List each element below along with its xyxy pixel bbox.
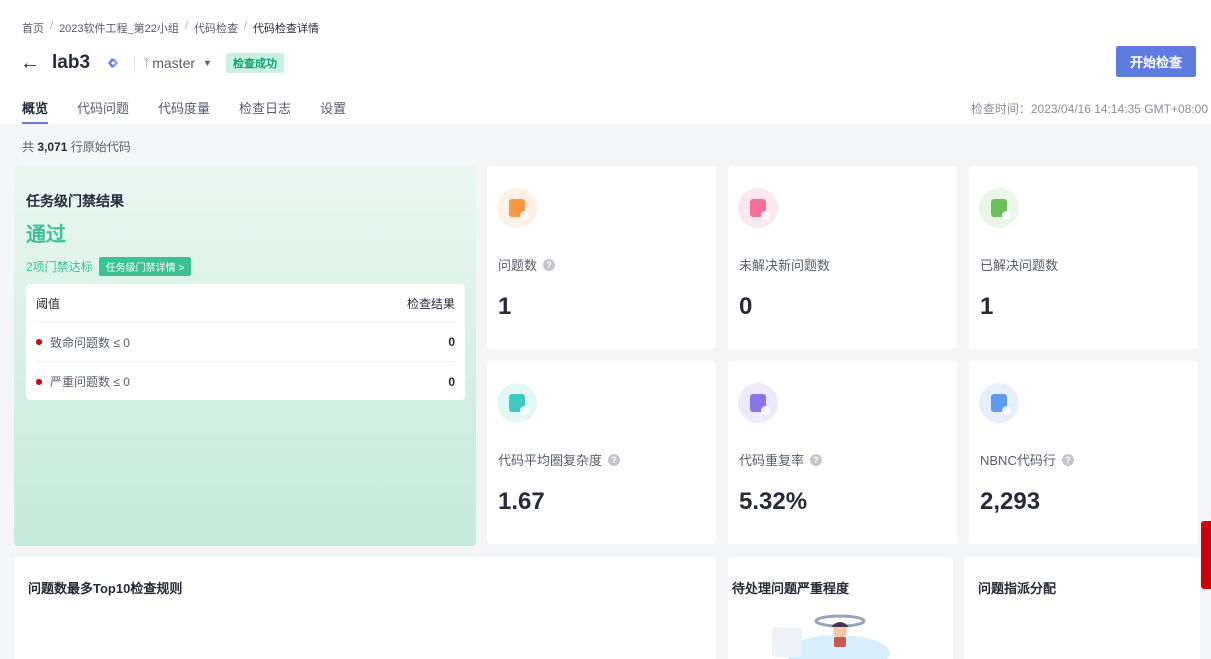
breadcrumb: 首页 / 2023软件工程_第22小组 / 代码检查 / 代码检查详情 bbox=[22, 20, 319, 36]
metric-card-resolved[interactable]: 已解决问题数 1 bbox=[969, 166, 1198, 349]
tab-check-log[interactable]: 检查日志 bbox=[239, 98, 291, 124]
threshold-text: 致命问题数 ≤ 0 bbox=[50, 335, 130, 350]
empty-illustration-icon bbox=[772, 614, 890, 659]
help-icon[interactable]: ? bbox=[608, 453, 621, 466]
metric-card-new-issues[interactable]: 未解决新问题数 0 bbox=[728, 166, 957, 349]
complexity-icon bbox=[497, 383, 537, 423]
gate-meta: 2项门禁达标 任务级门禁详情 > bbox=[26, 257, 192, 276]
metric-label-text: 已解决问题数 bbox=[980, 258, 1059, 273]
metric-value: 1 bbox=[980, 293, 994, 320]
metric-card-duplication[interactable]: 代码重复率? 5.32% bbox=[728, 361, 957, 544]
breadcrumb-separator: / bbox=[243, 20, 248, 32]
tab-bar: 概览 代码问题 代码度量 检查日志 设置 bbox=[22, 98, 375, 124]
breadcrumb-project[interactable]: 2023软件工程_第22小组 bbox=[59, 20, 179, 36]
result-header: 检查结果 bbox=[406, 296, 455, 311]
metric-label-text: 代码平均圈复杂度 bbox=[498, 453, 603, 468]
duplication-icon bbox=[738, 383, 778, 423]
breadcrumb-current: 代码检查详情 bbox=[253, 23, 320, 35]
metric-card-issues[interactable]: 问题数? 1 bbox=[487, 166, 716, 349]
metric-label: 代码重复率? bbox=[739, 450, 823, 469]
metric-value: 1 bbox=[498, 293, 512, 320]
help-icon[interactable]: ? bbox=[543, 258, 556, 271]
metric-label-text: 问题数 bbox=[498, 258, 538, 273]
threshold-value: 0 bbox=[448, 335, 455, 349]
lines-suffix: 行原始代码 bbox=[67, 140, 131, 154]
breadcrumb-separator: / bbox=[184, 20, 188, 32]
code-lines-icon bbox=[979, 383, 1019, 423]
metric-label: 已解决问题数 bbox=[980, 255, 1058, 274]
metric-label-text: 未解决新问题数 bbox=[739, 258, 831, 273]
repo-link-icon[interactable] bbox=[104, 54, 122, 72]
gate-detail-button[interactable]: 任务级门禁详情 > bbox=[98, 257, 192, 276]
lines-info: 共 3,071 行原始代码 bbox=[22, 138, 131, 155]
chevron-down-icon[interactable]: ▼ bbox=[203, 58, 212, 68]
tab-overview[interactable]: 概览 bbox=[22, 98, 49, 124]
check-time: 检查时间：2023/04/16 14:14:35 GMT+08:00 bbox=[970, 102, 1208, 116]
metric-value: 0 bbox=[739, 293, 753, 320]
metric-card-complexity[interactable]: 代码平均圈复杂度? 1.67 bbox=[487, 361, 716, 544]
threshold-value: 0 bbox=[448, 374, 455, 389]
breadcrumb-separator: / bbox=[50, 20, 54, 32]
threshold-header: 阈值 bbox=[36, 296, 61, 311]
table-row: 致命问题数 ≤ 0 0 bbox=[36, 323, 455, 362]
severity-title: 待处理问题严重程度 bbox=[732, 581, 850, 596]
lines-prefix: 共 bbox=[22, 140, 38, 154]
metric-value: 5.32% bbox=[739, 488, 808, 515]
resolved-icon bbox=[979, 188, 1019, 228]
tab-settings[interactable]: 设置 bbox=[320, 98, 346, 124]
severity-card: 待处理问题严重程度 bbox=[728, 557, 953, 659]
assignment-title: 问题指派分配 bbox=[978, 581, 1057, 596]
page-title: lab3 bbox=[52, 52, 91, 73]
table-row: 严重问题数 ≤ 0 0 bbox=[36, 362, 455, 401]
threshold-label: 致命问题数 ≤ 0 bbox=[36, 334, 130, 351]
branch-icon: ᛉ bbox=[143, 56, 151, 70]
gate-title: 任务级门禁结果 bbox=[26, 193, 124, 209]
metric-label-text: 代码重复率 bbox=[739, 453, 805, 468]
top10-rules-card: 问题数最多Top10检查规则 bbox=[14, 557, 716, 659]
divider bbox=[134, 56, 136, 70]
threshold-text: 严重问题数 ≤ 0 bbox=[50, 375, 130, 389]
help-icon[interactable]: ? bbox=[810, 453, 823, 466]
breadcrumb-code-check[interactable]: 代码检查 bbox=[194, 20, 238, 36]
new-issue-icon bbox=[738, 188, 778, 228]
metric-card-nbnc-lines[interactable]: NBNC代码行? 2,293 bbox=[969, 361, 1198, 544]
title-row: ← lab3 ᛉ master ▼ 检查成功 bbox=[20, 50, 284, 76]
threshold-label: 严重问题数 ≤ 0 bbox=[36, 373, 130, 390]
table-header: 阈值 检查结果 bbox=[36, 284, 455, 323]
severity-dot-icon bbox=[36, 378, 42, 385]
tab-code-metrics[interactable]: 代码度量 bbox=[158, 98, 210, 124]
metric-value: 1.67 bbox=[498, 488, 545, 515]
issue-icon bbox=[497, 188, 537, 228]
back-arrow-icon[interactable]: ← bbox=[20, 53, 40, 73]
gate-count: 2项门禁达标 bbox=[26, 260, 93, 274]
branch-selector[interactable]: master bbox=[152, 55, 195, 71]
metric-label: 未解决新问题数 bbox=[739, 255, 830, 274]
metric-label: NBNC代码行? bbox=[980, 450, 1074, 469]
status-badge: 检查成功 bbox=[225, 53, 284, 73]
breadcrumb-home[interactable]: 首页 bbox=[22, 20, 44, 36]
severity-dot-icon bbox=[36, 339, 42, 345]
metric-label: 代码平均圈复杂度? bbox=[498, 450, 621, 469]
lines-count: 3,071 bbox=[37, 140, 68, 154]
gate-card: 任务级门禁结果 通过 2项门禁达标 任务级门禁详情 > 阈值 检查结果 致命问题… bbox=[14, 166, 476, 546]
metric-label-text: NBNC代码行 bbox=[980, 453, 1056, 468]
threshold-table: 阈值 检查结果 致命问题数 ≤ 0 0 严重问题数 ≤ 0 0 bbox=[26, 284, 465, 400]
gate-result: 通过 bbox=[26, 224, 66, 246]
metric-value: 2,293 bbox=[980, 488, 1041, 515]
feedback-side-tab[interactable] bbox=[1201, 521, 1211, 589]
help-icon[interactable]: ? bbox=[1061, 453, 1074, 466]
page-header: 首页 / 2023软件工程_第22小组 / 代码检查 / 代码检查详情 ← la… bbox=[0, 0, 1211, 124]
tab-code-issues[interactable]: 代码问题 bbox=[77, 98, 129, 124]
start-check-button[interactable]: 开始检查 bbox=[1116, 46, 1196, 77]
metric-label: 问题数? bbox=[498, 255, 556, 274]
top10-rules-title: 问题数最多Top10检查规则 bbox=[28, 581, 183, 596]
assignment-card: 问题指派分配 bbox=[964, 557, 1200, 659]
